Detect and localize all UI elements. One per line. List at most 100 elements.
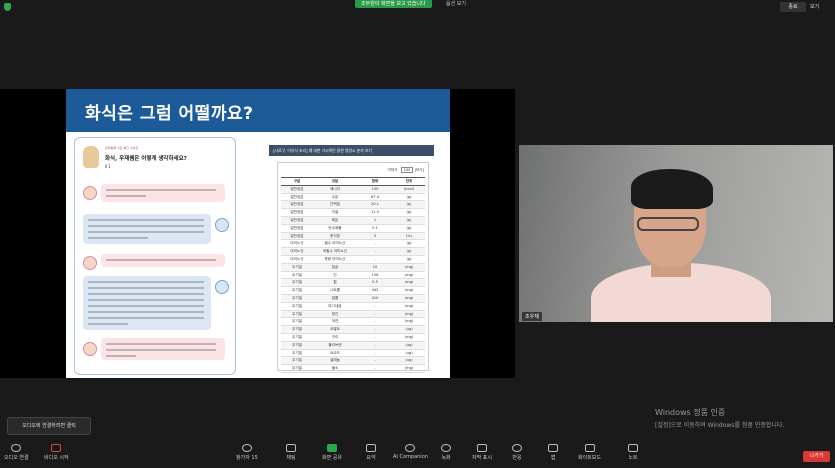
table-row: 아미노산 비필수 아미노산 - (g) — [281, 248, 425, 256]
table-row: 무기질 철 0.5 (mg) — [281, 279, 425, 288]
record-button[interactable]: 녹화 — [441, 444, 451, 461]
shared-screen: 화식은 그럼 어떨까요? 반려동물 식단 체크 아이콘 화식, 우재쌤은 어떻게… — [0, 89, 515, 378]
table-cell: 무기질 — [292, 327, 302, 332]
table-cell: (g) — [406, 256, 412, 261]
table-cell: 탄수화물 — [328, 225, 342, 230]
table-row: 무기질 구리 - (mg) — [281, 334, 425, 342]
table-cell: (mg) — [404, 366, 414, 371]
summary-icon — [366, 444, 376, 452]
table-cell: 칼슘 — [331, 264, 339, 269]
chat-question: 화식, 우재쌤은 어떻게 생각하세요? — [105, 156, 187, 162]
table-cell: (mg) — [404, 303, 414, 308]
table-cell: 일반성분 — [290, 202, 304, 207]
table-cell: 20.1 — [370, 202, 379, 207]
table-cell: 셀레늄 — [330, 358, 340, 363]
participants-label: 참가자 — [236, 455, 250, 461]
table-cell: 총지방 — [330, 233, 340, 238]
exit-fullscreen-button[interactable]: 종료 — [780, 2, 806, 12]
audio-button[interactable]: 오디오 연결 — [4, 444, 29, 461]
table-cell: - — [374, 366, 376, 371]
ai-label: AI Companion — [393, 454, 428, 460]
record-label: 녹화 — [441, 455, 451, 461]
table-cell: - — [374, 256, 376, 261]
chat-number: Ⅱ 1 — [105, 164, 111, 169]
captions-button[interactable]: 자막 표시 — [472, 444, 492, 461]
table-cell: 67.4 — [370, 194, 379, 199]
ai-companion-button[interactable]: AI Companion — [393, 444, 428, 460]
notes-label: 노트 — [628, 455, 638, 461]
windows-activation-watermark: Windows 정품 인증 [설정]으로 이동하여 Windows를 정품 인증… — [655, 407, 784, 429]
notes-button[interactable]: 노트 — [628, 444, 638, 461]
chat-bubble — [83, 276, 211, 330]
column-header: 구분 — [293, 179, 301, 183]
table-cell: 410 — [371, 295, 379, 300]
summary-label: 요약 — [366, 455, 376, 461]
table-cell: 일반성분 — [290, 233, 304, 238]
table-cell: 몰리브덴 — [328, 342, 342, 347]
share-screen-button[interactable]: 화면 공유 — [322, 444, 342, 461]
sparkle-icon — [405, 444, 416, 452]
table-cell: 아미노산 — [290, 249, 304, 254]
table-row: 무기질 인 156 (mg) — [281, 272, 425, 280]
table-cell: 무기질 — [292, 358, 302, 363]
table-row: 무기질 망간 - (mg) — [281, 310, 425, 319]
apps-button[interactable]: 앱 — [548, 444, 558, 461]
table-cell: 무기질 — [292, 366, 302, 371]
table-cell: 1 — [373, 217, 377, 222]
table-cell: (mg) — [404, 295, 414, 300]
table-cell: (g) — [406, 225, 412, 230]
video-button[interactable]: 비디오 시작 — [44, 444, 69, 461]
leave-button[interactable]: 나가기 — [803, 451, 830, 462]
table-cell: 일반성분 — [290, 217, 304, 222]
table-cell: - — [374, 319, 376, 324]
table-cell: 총량 아미노산 — [324, 256, 346, 261]
table-cell: (ug) — [405, 358, 413, 363]
whiteboard-button[interactable]: 화이트보드 — [578, 444, 601, 461]
table-cell: (mg) — [404, 288, 414, 293]
table-cell: 마그네슘 — [328, 303, 342, 308]
table-cell: (g) — [406, 202, 412, 207]
watermark-subtitle: [설정]으로 이동하여 Windows를 정품 인증합니다. — [655, 422, 785, 429]
table-row: 무기질 아연 - (mg) — [281, 318, 425, 327]
table-cell: 코발트 — [330, 327, 340, 332]
table-cell: 무기질 — [292, 319, 302, 324]
meeting-top-bar: 조부원의 화면을 보고 있습니다 옵션 보기 종료 보기 — [0, 0, 835, 14]
table-cell: 에너지 — [330, 186, 340, 191]
participant-video[interactable]: 조우재 — [519, 145, 833, 322]
watermark-title: Windows 정품 인증 — [655, 408, 726, 417]
table-row: 아미노산 총량 아미노산 - (g) — [281, 256, 425, 264]
chat-button[interactable]: 채팅 — [286, 444, 296, 461]
view-options-button[interactable]: 옵션 보기 — [446, 0, 466, 8]
table-cell: (mg) — [404, 280, 414, 285]
participant-figure — [631, 169, 713, 209]
nutrition-table-card: [사료구, 이유식 조리] 웨 대한 가시적인 닭연 영양소 분석 보기 가져가… — [269, 145, 434, 373]
table-cell: (%) — [405, 233, 413, 238]
table-cell: - — [374, 358, 376, 363]
table-cell: 아미노산 — [290, 256, 304, 261]
table-cell: 11.5 — [370, 210, 379, 215]
user-avatar-icon — [83, 186, 97, 200]
filter-select: 100 — [400, 167, 414, 173]
table-cell: 비필수 아미노산 — [322, 249, 348, 254]
table-cell: - — [374, 350, 376, 355]
slide-title: 화식은 그럼 어떨까요? — [85, 104, 254, 124]
whiteboard-icon — [584, 444, 595, 452]
table-cell: - — [374, 327, 376, 332]
filter-label: 가져가 — [387, 168, 398, 172]
table-cell: 무기질 — [292, 272, 302, 277]
table-cell: 5 — [373, 233, 377, 238]
screen-share-banner: 조부원의 화면을 보고 있습니다 — [355, 0, 432, 8]
summary-button[interactable]: 요약 — [366, 444, 376, 461]
user-avatar-icon — [83, 256, 97, 270]
table-cell: 일반성분 — [290, 186, 304, 191]
view-button[interactable]: 보기 — [810, 2, 819, 12]
participants-icon — [241, 444, 252, 452]
table-row: 일반성분 탄수화물 0.1 (g) — [281, 225, 425, 233]
table-row: 무기질 칼슘 10 (mg) — [281, 263, 425, 272]
participants-button[interactable]: 참가자 15 — [236, 444, 258, 461]
security-shield-icon[interactable] — [4, 3, 11, 11]
audio-tooltip: 오디오에 연결하려면 클릭 — [7, 417, 91, 435]
share-label: 화면 공유 — [322, 455, 342, 461]
reactions-button[interactable]: 반응 — [512, 444, 522, 461]
table-cell: 불소 — [331, 366, 339, 371]
